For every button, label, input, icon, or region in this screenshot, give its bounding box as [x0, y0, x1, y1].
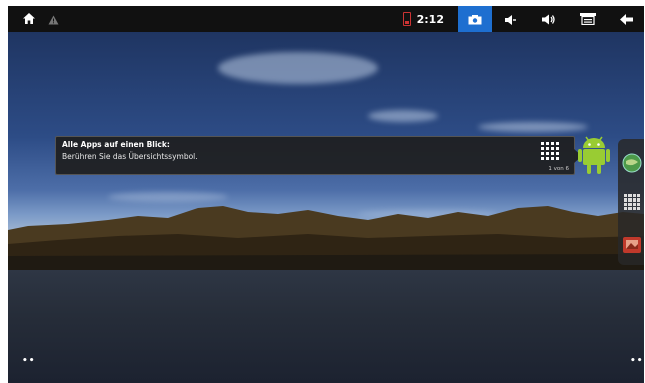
tablet-screen: 2:12 Alle Apps auf einen Blick: Berühren…	[8, 6, 644, 383]
volume-down-button[interactable]	[492, 6, 530, 32]
mountain-range	[8, 206, 644, 270]
home-icon[interactable]	[22, 10, 36, 29]
gallery-icon[interactable]	[622, 235, 642, 255]
screenshot-icon	[468, 10, 482, 29]
apps-grid-icon	[541, 142, 559, 160]
volume-up-button[interactable]	[530, 6, 568, 32]
browser-icon[interactable]	[622, 153, 642, 173]
cloud	[368, 110, 438, 122]
warning-icon	[48, 10, 59, 29]
system-status-bar: 2:12	[8, 6, 644, 32]
volume-up-icon	[542, 10, 556, 29]
menu-button[interactable]	[568, 6, 608, 32]
cloud	[478, 122, 588, 132]
hint-body: Berühren Sie das Übersichtssymbol.	[62, 152, 198, 161]
home-wallpaper	[8, 32, 644, 383]
menu-icon	[580, 10, 596, 29]
hint-page-indicator: 1 von 6	[548, 166, 569, 172]
volume-down-icon	[505, 10, 517, 29]
page-indicator-right: ••	[630, 356, 644, 366]
hint-title: Alle Apps auf einen Blick:	[62, 140, 170, 149]
quick-launch-dock	[618, 139, 644, 265]
apps-grid-icon[interactable]	[624, 194, 640, 210]
battery-icon	[402, 12, 411, 26]
page-indicator-left: ••	[22, 356, 36, 366]
android-mascot-icon	[578, 136, 610, 174]
cloud	[218, 52, 378, 84]
status-clock: 2:12	[416, 12, 444, 26]
lake-water	[8, 270, 644, 383]
back-button[interactable]	[608, 6, 644, 32]
back-icon	[619, 10, 633, 29]
screenshot-button[interactable]	[458, 6, 492, 32]
all-apps-hint-tooltip[interactable]: Alle Apps auf einen Blick: Berühren Sie …	[55, 136, 582, 175]
cloud	[108, 192, 228, 202]
